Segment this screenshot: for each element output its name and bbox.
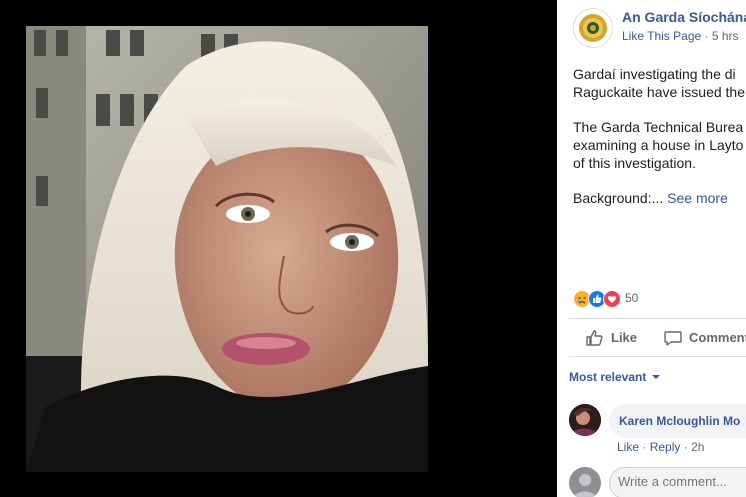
comment-bubble: Karen Mcloughlin Mo	[609, 404, 746, 438]
paragraph-3: Background:... See more	[573, 190, 728, 206]
comment-actions: Like · Reply · 2h	[617, 440, 705, 454]
post-timestamp[interactable]: 5 hrs	[712, 29, 739, 43]
reaction-count[interactable]: 50	[625, 291, 638, 305]
comment-icon	[664, 331, 682, 346]
photo-viewer	[0, 0, 557, 497]
see-more-link[interactable]: See more	[667, 190, 728, 206]
divider	[569, 318, 746, 319]
comment-sort-dropdown[interactable]: Most relevant	[569, 370, 660, 384]
comment-sort-label: Most relevant	[569, 370, 647, 384]
thumbs-up-icon	[586, 330, 603, 346]
meta-separator: ·	[704, 29, 709, 43]
like-page-link[interactable]: Like This Page	[622, 29, 701, 43]
garda-badge-icon[interactable]	[573, 8, 613, 48]
comment-input[interactable]	[618, 474, 746, 489]
divider	[569, 356, 746, 357]
page-name-link[interactable]: An Garda Síochána	[622, 9, 746, 25]
comment-item: Karen Mcloughlin Mo Like · Reply · 2h	[569, 404, 746, 464]
comment-like-link[interactable]: Like	[617, 440, 639, 454]
comment-input-box[interactable]	[609, 467, 746, 497]
post-header: An Garda Síochána Like This Page · 5 hrs	[573, 8, 746, 48]
post-body: Gardaí investigating the di Raguckaite ha…	[573, 65, 746, 224]
paragraph-1: Gardaí investigating the di Raguckaite ha…	[573, 66, 745, 100]
comment-author-link[interactable]: Karen Mcloughlin Mo	[619, 414, 740, 428]
post-meta: Like This Page · 5 hrs	[622, 29, 739, 43]
comment-reply-link[interactable]: Reply	[650, 440, 681, 454]
post-photo[interactable]	[26, 26, 428, 472]
like-label: Like	[611, 330, 638, 345]
comment-label: Comment	[689, 330, 746, 345]
viewer-avatar	[569, 467, 601, 497]
caret-down-icon	[651, 375, 660, 379]
comment-timestamp[interactable]: 2h	[691, 440, 704, 454]
love-reaction-icon	[603, 290, 621, 308]
comment-avatar[interactable]	[569, 404, 601, 436]
comment-composer	[569, 467, 746, 497]
paragraph-2: The Garda Technical Burea examining a hou…	[573, 119, 744, 171]
post-panel: An Garda Síochána Like This Page · 5 hrs…	[557, 0, 746, 497]
